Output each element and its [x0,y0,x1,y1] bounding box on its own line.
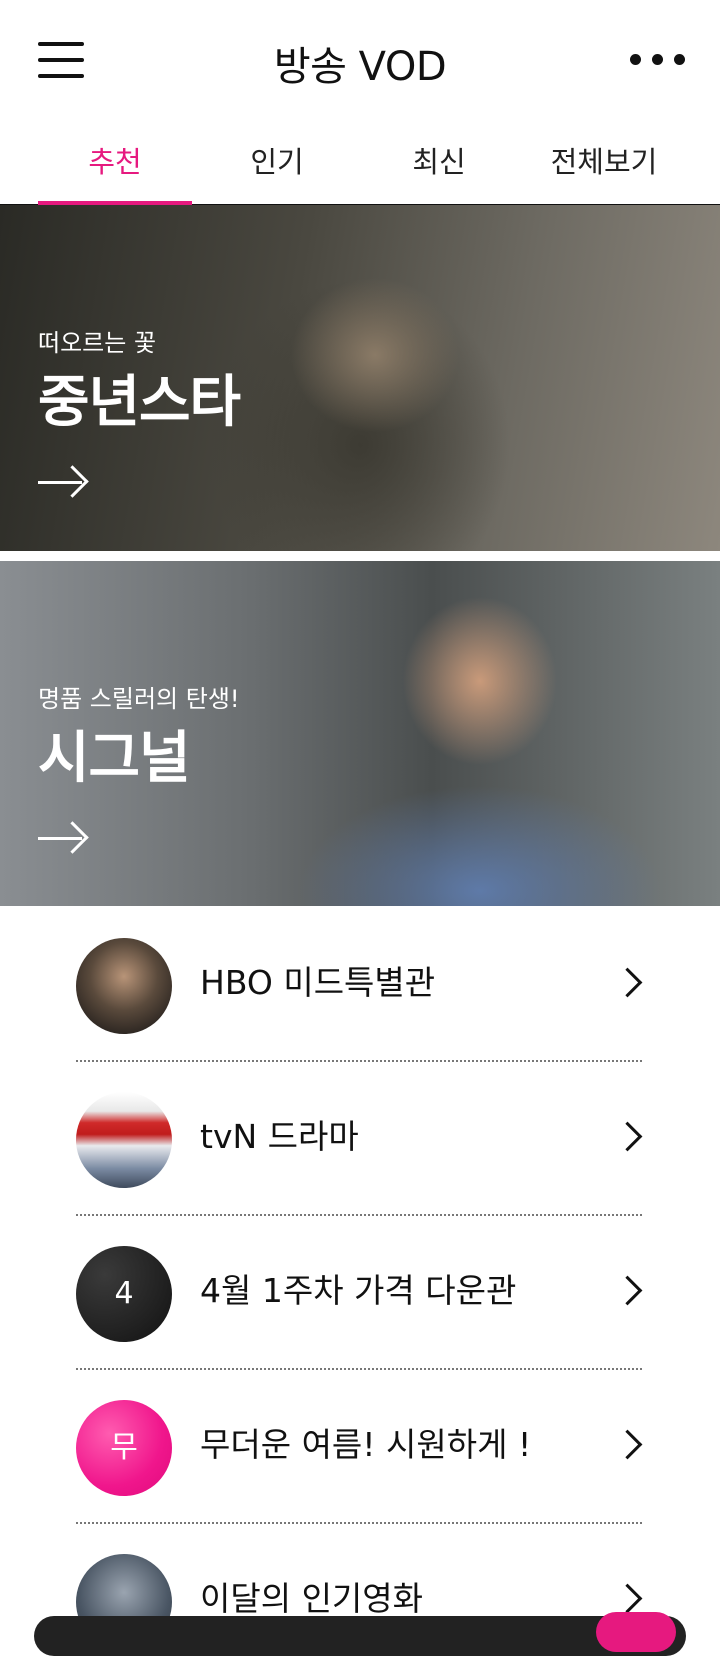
tab-bar: 추천 인기 최신 전체보기 [0,120,720,206]
more-dots-icon[interactable] [630,54,686,68]
bottom-floating-bar[interactable] [34,1616,686,1656]
banner-title: 중년스타 [38,370,241,435]
banner-title: 시그널 [38,726,191,791]
list-item-tvn[interactable]: tvN 드라마 [76,1060,643,1216]
chevron-right-icon [612,1583,643,1614]
app-header: 방송 VOD [0,0,720,120]
banner-subtitle: 떠오르는 꽃 [38,329,157,357]
tab-latest[interactable]: 최신 [362,120,516,204]
banner-subtitle: 명품 스릴러의 탄생! [38,685,240,713]
floating-action-button[interactable] [596,1612,676,1652]
list-item-label: HBO 미드특별관 [200,963,436,1002]
tab-view-all[interactable]: 전체보기 [524,120,684,204]
list-item-price-down[interactable]: 4 4월 1주차 가격 다운관 [76,1214,643,1370]
chevron-right-icon [612,1121,643,1152]
tab-popular[interactable]: 인기 [200,120,354,204]
thumbnail-image [76,938,172,1034]
list-item-label: 무더운 여름! 시원하게 ! [200,1425,532,1464]
arrow-right-icon[interactable] [38,465,89,498]
chevron-right-icon [612,1429,643,1460]
thumbnail-image [76,1092,172,1188]
arrow-right-icon[interactable] [38,821,89,854]
tab-recommended[interactable]: 추천 [38,120,192,206]
list-item-label: 이달의 인기영화 [200,1579,424,1618]
banner-signal[interactable]: 명품 스릴러의 탄생! 시그널 [0,561,720,906]
list-item-label: 4월 1주차 가격 다운관 [200,1271,517,1310]
banner-middle-aged-star[interactable]: 떠오르는 꽃 중년스타 [0,205,720,551]
list-item-hbo[interactable]: HBO 미드특별관 [76,906,643,1062]
thumbnail-badge: 무 [76,1400,172,1496]
list-item-summer[interactable]: 무 무더운 여름! 시원하게 ! [76,1368,643,1524]
chevron-right-icon [612,1275,643,1306]
thumbnail-badge: 4 [76,1246,172,1342]
list-item-label: tvN 드라마 [200,1117,359,1156]
page-title: 방송 VOD [273,44,447,90]
chevron-right-icon [612,967,643,998]
